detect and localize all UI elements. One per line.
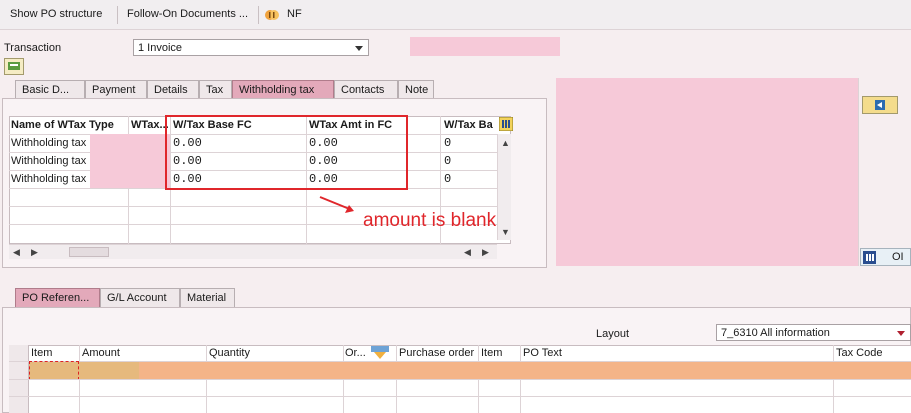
- tab-tax[interactable]: Tax: [199, 80, 232, 99]
- row-1-wtax-type: Withholding tax: [11, 137, 87, 149]
- po-col-amount[interactable]: Amount: [82, 347, 120, 359]
- row-divider: [9, 379, 911, 380]
- transaction-select[interactable]: 1 Invoice: [133, 39, 369, 56]
- tab-payment[interactable]: Payment: [85, 80, 147, 99]
- focus-marker: [29, 361, 79, 380]
- scroll-down-icon[interactable]: ▼: [501, 227, 510, 237]
- annotation-arrow-icon: [319, 196, 354, 213]
- oi-button[interactable]: OI: [860, 248, 911, 266]
- follow-on-documents-button[interactable]: Follow-On Documents ...: [127, 8, 248, 20]
- transaction-select-value: 1 Invoice: [138, 42, 183, 54]
- scroll-up-icon[interactable]: ▲: [501, 138, 510, 148]
- row-2-wtax-type: Withholding tax: [11, 155, 87, 167]
- annotation-text: amount is blank: [363, 210, 497, 231]
- po-col-po-text[interactable]: PO Text: [523, 347, 562, 359]
- row-1-base[interactable]: 0: [444, 136, 451, 150]
- row-divider: [9, 206, 497, 207]
- application-toolbar: Show PO structure Follow-On Documents ..…: [0, 0, 911, 30]
- po-col-purchase-order[interactable]: Purchase order: [399, 347, 474, 359]
- horizontal-scrollbar[interactable]: ◀ ▶ ◀ ▶: [9, 244, 497, 259]
- tab-gl-account[interactable]: G/L Account: [100, 288, 180, 307]
- chevron-down-icon: [897, 331, 905, 336]
- po-col-item[interactable]: Item: [31, 347, 52, 359]
- scroll-right-icon[interactable]: ▶: [482, 247, 489, 258]
- tab-material[interactable]: Material: [180, 288, 235, 307]
- scroll-left-icon[interactable]: ◀: [464, 247, 471, 258]
- toolbar-separator: [258, 6, 259, 24]
- nf-button[interactable]: NF: [287, 8, 302, 20]
- back-arrow-icon: [875, 100, 885, 110]
- list-icon: [863, 251, 876, 264]
- panel-toggle-icon: [8, 62, 20, 70]
- row-3-wtax-type: Withholding tax: [11, 173, 87, 185]
- toggle-panel-button[interactable]: [4, 58, 24, 75]
- po-col-order-unit[interactable]: Or...: [345, 347, 366, 359]
- po-col-tax-code[interactable]: Tax Code: [836, 347, 882, 359]
- tab-basic-data[interactable]: Basic D...: [15, 80, 85, 99]
- oi-label: OI: [892, 251, 904, 263]
- row-3-base[interactable]: 0: [444, 172, 451, 186]
- tab-contacts[interactable]: Contacts: [334, 80, 398, 99]
- redacted-wtax-code: [90, 134, 170, 188]
- po-col-po-item[interactable]: Item: [481, 347, 502, 359]
- nf-document-icon[interactable]: [265, 8, 285, 22]
- scroll-right-icon[interactable]: ▶: [31, 247, 38, 258]
- col-header-wtax-type[interactable]: Name of WTax Type: [11, 118, 114, 134]
- layout-select[interactable]: 7_6310 All information: [716, 324, 911, 341]
- po-col-quantity[interactable]: Quantity: [209, 347, 250, 359]
- show-po-structure-button[interactable]: Show PO structure: [10, 8, 102, 20]
- scroll-thumb[interactable]: [69, 247, 109, 257]
- scroll-left-icon[interactable]: ◀: [13, 247, 20, 258]
- layout-label: Layout: [596, 328, 630, 340]
- col-header-wtax-base[interactable]: W/Tax Ba: [444, 118, 493, 134]
- po-row-highlighted[interactable]: [29, 362, 911, 379]
- tab-withholding-tax[interactable]: Withholding tax: [232, 80, 334, 99]
- row-2-base[interactable]: 0: [444, 154, 451, 168]
- column-settings-icon[interactable]: [499, 117, 513, 131]
- redacted-field: [410, 37, 560, 56]
- tab-note[interactable]: Note: [398, 80, 434, 99]
- tab-details[interactable]: Details: [147, 80, 199, 99]
- transaction-label: Transaction: [4, 42, 62, 54]
- col-header-wtax-code[interactable]: WTax...: [131, 118, 169, 134]
- layout-select-value: 7_6310 All information: [721, 327, 830, 339]
- vertical-scrollbar[interactable]: ▲ ▼: [497, 134, 511, 240]
- redacted-info-panel: [556, 78, 858, 266]
- row-divider: [9, 396, 911, 397]
- side-action-button[interactable]: [862, 96, 898, 114]
- chevron-down-icon: [355, 46, 363, 51]
- filter-icon[interactable]: [371, 346, 389, 359]
- toolbar-separator: [117, 6, 118, 24]
- highlight-rectangle: [165, 115, 408, 190]
- tab-po-reference[interactable]: PO Referen...: [15, 288, 100, 307]
